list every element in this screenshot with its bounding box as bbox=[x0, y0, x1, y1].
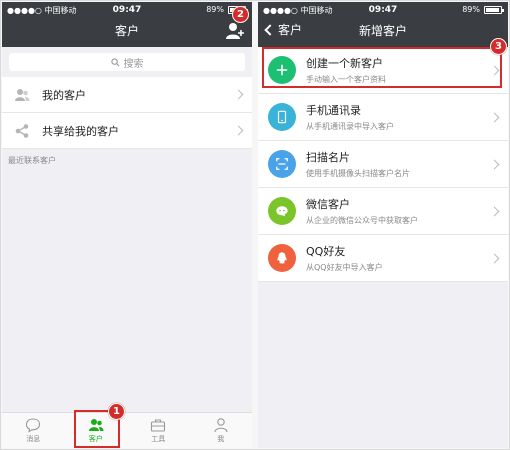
tab-bar: 消息 客户 工具 我 bbox=[2, 412, 252, 448]
status-bar: ●●●●○ 中国移动 09:47 89% bbox=[2, 2, 252, 18]
phone-icon bbox=[268, 103, 296, 131]
page-title: 新增客户 bbox=[358, 24, 407, 38]
step-badge-3: 3 bbox=[490, 38, 507, 55]
add-user-icon bbox=[226, 23, 244, 39]
chevron-right-icon bbox=[233, 125, 244, 136]
option-title: 扫描名片 bbox=[306, 151, 350, 164]
menu-item-my-customers[interactable]: 我的客户 bbox=[2, 77, 252, 113]
menu-item-shared-customers[interactable]: 共享给我的客户 bbox=[2, 113, 252, 149]
wechat-icon bbox=[268, 197, 296, 225]
customers-screen: ●●●●○ 中国移动 09:47 89% 客户 搜索 我的客户 共享给我的客户 bbox=[2, 2, 252, 448]
toolbox-icon bbox=[151, 419, 166, 432]
share-icon bbox=[15, 123, 29, 138]
customers-icon bbox=[15, 88, 30, 101]
option-title: QQ好友 bbox=[306, 245, 346, 258]
tab-label: 我 bbox=[217, 435, 225, 443]
option-scan-business-card[interactable]: 扫描名片 使用手机摄像头扫描客户名片 bbox=[258, 141, 508, 188]
option-wechat-customer[interactable]: 微信客户 从企业的微信公众号中获取客户 bbox=[258, 188, 508, 235]
option-subtitle: 使用手机摄像头扫描客户名片 bbox=[306, 169, 410, 178]
message-icon bbox=[26, 418, 41, 433]
search-placeholder: 搜索 bbox=[123, 58, 144, 70]
add-customer-button[interactable] bbox=[224, 20, 246, 42]
battery-icon bbox=[484, 6, 504, 14]
tab-tools[interactable]: 工具 bbox=[127, 413, 190, 448]
option-phone-contacts[interactable]: 手机通讯录 从手机通讯录中导入客户 bbox=[258, 94, 508, 141]
tab-label: 消息 bbox=[26, 435, 41, 443]
tab-messages[interactable]: 消息 bbox=[2, 413, 65, 448]
tab-me[interactable]: 我 bbox=[190, 413, 253, 448]
search-icon bbox=[110, 57, 119, 66]
menu-item-label: 共享给我的客户 bbox=[42, 124, 119, 138]
option-title: 手机通讯录 bbox=[306, 104, 361, 117]
option-subtitle: 从手机通讯录中导入客户 bbox=[306, 122, 394, 131]
option-subtitle: 从QQ好友中导入客户 bbox=[306, 263, 383, 272]
step-badge-2: 2 bbox=[232, 6, 249, 23]
option-title: 微信客户 bbox=[306, 198, 350, 211]
tab-label: 工具 bbox=[151, 435, 166, 443]
profile-icon bbox=[214, 418, 228, 433]
chevron-right-icon bbox=[489, 206, 500, 216]
section-header-recent: 最近联系客户 bbox=[8, 156, 56, 165]
chevron-right-icon bbox=[233, 89, 244, 100]
highlight-box-create-customer bbox=[262, 47, 502, 88]
page-title: 客户 bbox=[114, 24, 139, 38]
chevron-right-icon bbox=[489, 112, 500, 122]
battery-percent: 89% bbox=[206, 5, 224, 14]
option-subtitle: 从企业的微信公众号中获取客户 bbox=[306, 216, 418, 225]
step-badge-1: 1 bbox=[108, 403, 125, 420]
search-input[interactable]: 搜索 bbox=[9, 53, 245, 71]
navigation-bar: ●●●●○ 中国移动 09:47 89% 客户 新增客户 bbox=[258, 2, 508, 47]
qq-icon bbox=[268, 244, 296, 272]
battery-percent: 89% bbox=[462, 5, 480, 14]
chevron-right-icon bbox=[489, 253, 500, 263]
menu-item-label: 我的客户 bbox=[42, 88, 86, 102]
customer-menu: 我的客户 共享给我的客户 bbox=[2, 77, 252, 149]
scan-icon bbox=[268, 150, 296, 178]
chevron-right-icon bbox=[489, 159, 500, 169]
option-qq-friends[interactable]: QQ好友 从QQ好友中导入客户 bbox=[258, 235, 508, 282]
navigation-bar: ●●●●○ 中国移动 09:47 89% 客户 bbox=[2, 2, 252, 47]
status-bar: ●●●●○ 中国移动 09:47 89% bbox=[258, 2, 508, 18]
